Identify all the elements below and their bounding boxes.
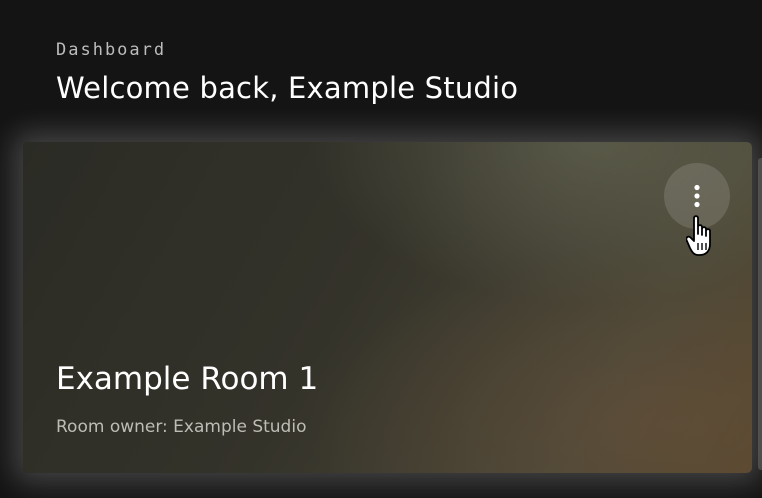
more-vertical-icon <box>694 184 700 208</box>
next-room-card-edge[interactable] <box>758 158 762 470</box>
breadcrumb: Dashboard <box>56 40 167 60</box>
room-options-button[interactable] <box>664 163 730 229</box>
room-name: Example Room 1 <box>56 361 319 397</box>
page-header: Dashboard Welcome back, Example Studio <box>56 38 736 108</box>
room-card[interactable]: Example Room 1 Room owner: Example Studi… <box>23 142 752 473</box>
room-owner: Room owner: Example Studio <box>56 417 307 437</box>
page-title: Welcome back, Example Studio <box>56 71 519 105</box>
